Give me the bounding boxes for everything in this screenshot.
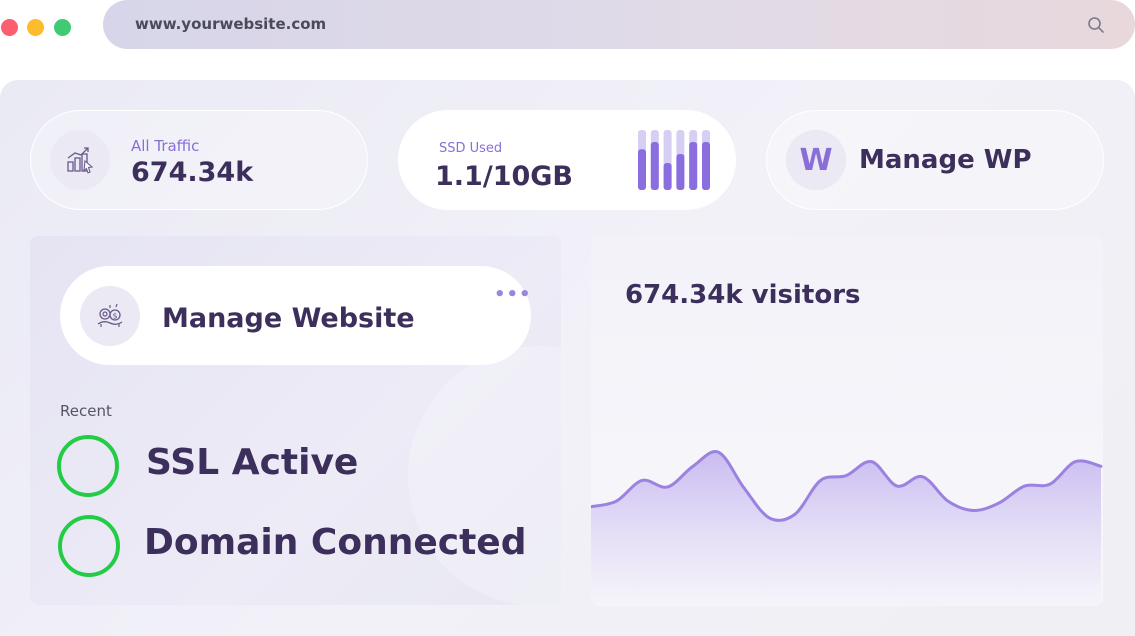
manage-wp-label: Manage WP bbox=[859, 145, 1032, 175]
ssd-bar-fill bbox=[676, 154, 685, 190]
recent-label: Recent bbox=[60, 402, 112, 420]
ssd-value: 1.1/10GB bbox=[435, 161, 574, 192]
app-root: www.yourwebsite.com All Traffic 674.34k bbox=[0, 0, 1135, 636]
ssd-bar-fill bbox=[663, 163, 672, 190]
traffic-stat-card[interactable]: All Traffic 674.34k bbox=[30, 110, 368, 210]
ssl-status-icon bbox=[57, 435, 119, 497]
ssd-label: SSD Used bbox=[439, 141, 503, 156]
address-bar[interactable]: www.yourwebsite.com bbox=[103, 0, 1135, 49]
wp-icon-badge: W bbox=[786, 130, 846, 190]
manage-website-button[interactable]: $ Manage Website ••• bbox=[60, 266, 531, 365]
traffic-label: All Traffic bbox=[131, 137, 200, 155]
window-close-button[interactable] bbox=[1, 19, 18, 36]
ssl-status-label: SSL Active bbox=[146, 442, 359, 483]
website-icon-badge: $ bbox=[80, 286, 140, 346]
ssd-bar-fill bbox=[689, 142, 698, 190]
window-minimize-button[interactable] bbox=[27, 19, 44, 36]
manage-wp-card[interactable]: W Manage WP bbox=[766, 110, 1104, 210]
traffic-value: 674.34k bbox=[131, 157, 254, 188]
storage-bars-icon bbox=[638, 130, 710, 190]
manage-website-label: Manage Website bbox=[162, 303, 415, 334]
address-url: www.yourwebsite.com bbox=[135, 15, 327, 33]
visitors-chart-card: 674.34k visitors bbox=[591, 236, 1103, 606]
search-icon[interactable] bbox=[1087, 16, 1105, 34]
ssd-bar-fill bbox=[638, 149, 646, 190]
more-dots-icon[interactable]: ••• bbox=[494, 286, 532, 304]
svg-text:$: $ bbox=[112, 312, 117, 321]
website-card: $ Manage Website ••• Recent SSL Active D… bbox=[30, 236, 561, 605]
domain-status-icon bbox=[58, 515, 120, 577]
visitors-area-chart bbox=[591, 450, 1103, 606]
decorative-circle bbox=[408, 346, 561, 605]
ssd-bar-fill bbox=[650, 142, 659, 190]
wordpress-icon: W bbox=[799, 142, 833, 178]
traffic-chart-icon bbox=[67, 147, 94, 174]
website-settings-icon: $ bbox=[97, 303, 123, 327]
ssd-bar-fill bbox=[702, 142, 710, 190]
domain-status-label: Domain Connected bbox=[144, 522, 527, 563]
window-maximize-button[interactable] bbox=[54, 19, 71, 36]
traffic-icon-badge bbox=[50, 130, 110, 190]
ssd-stat-card[interactable]: SSD Used 1.1/10GB bbox=[398, 110, 736, 210]
